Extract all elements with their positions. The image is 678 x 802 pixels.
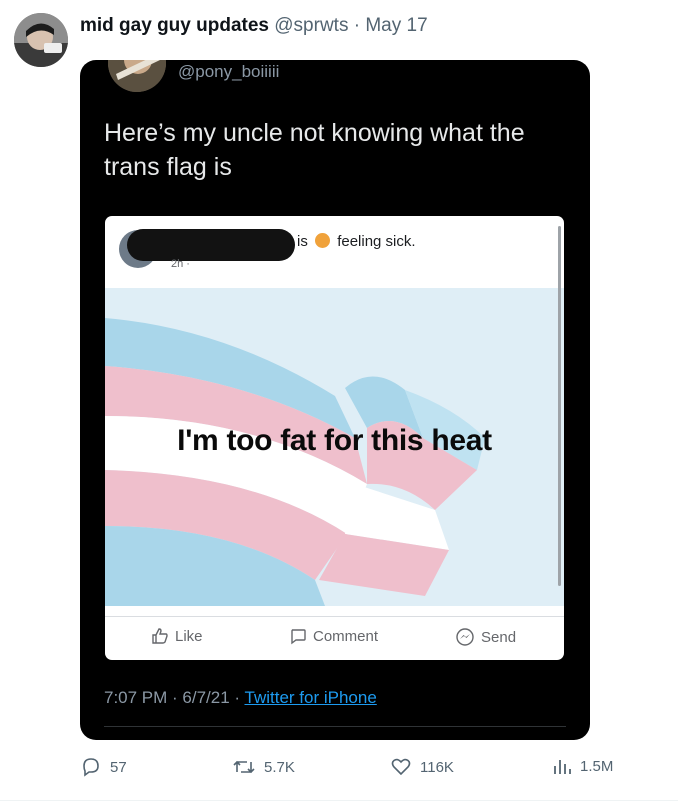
views-chart-icon <box>554 760 571 774</box>
fb-post-time: 2h · <box>171 258 190 270</box>
fb-like-label: Like <box>175 627 203 645</box>
redacted-name-bar <box>127 229 295 261</box>
fb-action-bar: Like Comment Send <box>105 616 564 660</box>
heart-icon <box>391 758 411 776</box>
avatar-photo-icon <box>14 13 68 67</box>
retweet-button[interactable]: 5.7K <box>232 756 295 778</box>
thumbs-up-icon <box>152 628 168 644</box>
tweet-media-image[interactable]: @pony_boiiiii Here’s my uncle not knowin… <box>80 60 590 740</box>
fb-send-button[interactable]: Send <box>455 627 516 647</box>
reply-button[interactable]: 57 <box>80 756 127 778</box>
author-display-name[interactable]: mid gay guy updates <box>80 15 269 36</box>
sick-face-emoji-icon <box>315 233 331 248</box>
header-separator: · <box>353 15 361 36</box>
fb-scrollbar <box>558 226 561 586</box>
tweet-header: mid gay guy updates @sprwts · May 17 <box>80 14 658 38</box>
embedded-tweet-text: Here’s my uncle not knowing what the tra… <box>104 119 525 181</box>
messenger-icon <box>456 628 474 646</box>
embedded-timestamp: 7:07 PM · 6/7/21 · <box>104 688 241 707</box>
fb-send-label: Send <box>481 628 517 646</box>
tweet-date[interactable]: May 17 <box>365 15 427 36</box>
like-count: 116K <box>420 758 454 776</box>
views-button[interactable]: 1.5M <box>552 756 613 776</box>
author-avatar[interactable] <box>14 13 68 67</box>
tweet-bottom-divider <box>0 800 678 801</box>
fb-status-feeling: feeling sick. <box>337 233 416 250</box>
embedded-meta: 7:07 PM · 6/7/21 · Twitter for iPhone <box>104 688 377 708</box>
retweet-count: 5.7K <box>264 758 295 776</box>
reply-count: 57 <box>110 758 127 776</box>
embedded-avatar <box>108 60 166 92</box>
comment-bubble-icon <box>291 629 306 645</box>
fb-status-line: is feeling sick. <box>297 233 416 250</box>
fb-comment-label: Comment <box>313 627 379 645</box>
fb-comment-button[interactable]: Comment <box>289 627 378 645</box>
embedded-handle: @pony_boiiiii <box>178 62 280 81</box>
author-handle[interactable]: @sprwts <box>274 15 348 36</box>
retweet-icon <box>233 760 255 774</box>
tweet-action-bar: 57 5.7K 116K 1.5M <box>80 756 640 786</box>
embedded-source-link: Twitter for iPhone <box>244 688 377 707</box>
embedded-avatar-photo-icon <box>108 60 166 92</box>
reply-icon <box>83 758 99 777</box>
fb-post-background: I'm too fat for this heat <box>105 288 564 606</box>
fb-post-text: I'm too fat for this heat <box>177 424 492 457</box>
like-button[interactable]: 116K <box>390 756 454 778</box>
fb-like-button[interactable]: Like <box>151 627 203 645</box>
embedded-divider <box>104 726 566 727</box>
facebook-post-card: is feeling sick. 2h · I'm too fat for th… <box>105 216 564 660</box>
fb-status-is: is <box>297 233 308 250</box>
view-count: 1.5M <box>580 757 614 775</box>
